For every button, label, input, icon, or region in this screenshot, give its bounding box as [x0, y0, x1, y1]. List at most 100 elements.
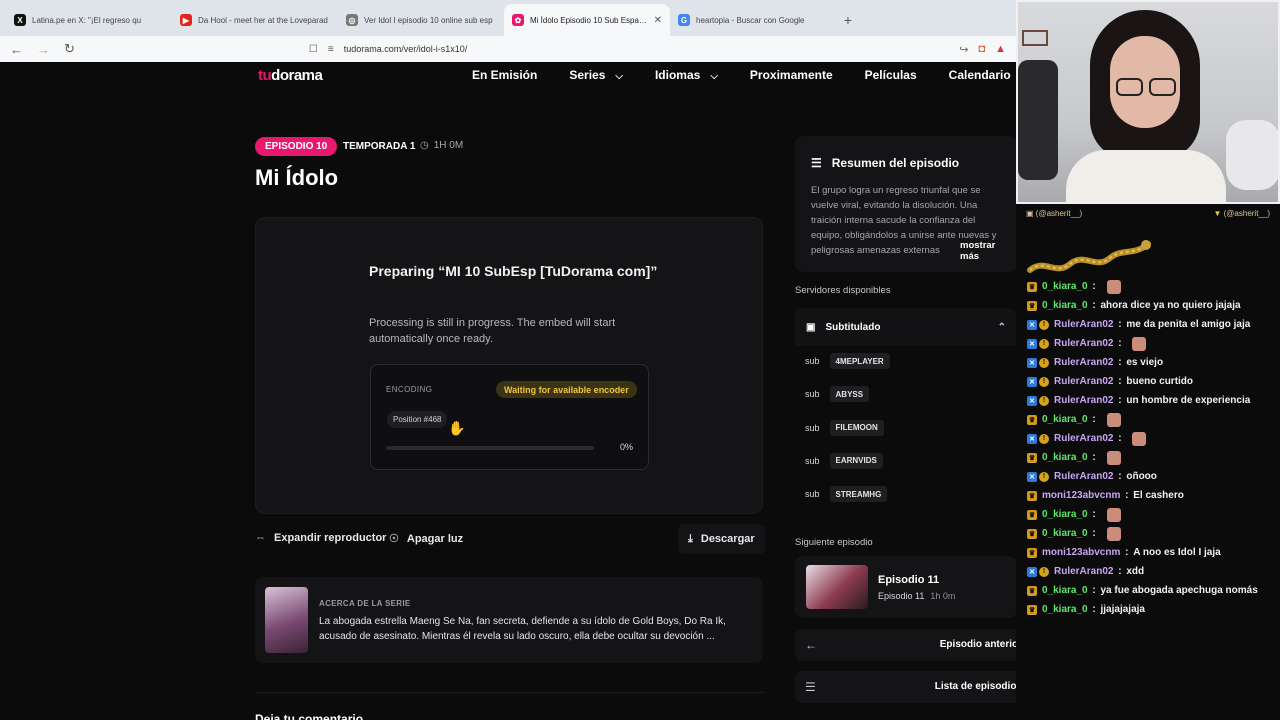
bookmark-icon[interactable]: ☐	[309, 44, 318, 55]
chat-text: ahora dice ya no quiero jajaja	[1100, 300, 1241, 311]
mouse-cursor-icon: ✋	[448, 420, 466, 436]
url-text[interactable]: tudorama.com/ver/idol-i-s1x10/	[344, 44, 468, 54]
menu-proximamente[interactable]: Proximamente	[750, 68, 833, 82]
chat-username[interactable]: 0_kiara_0	[1042, 452, 1088, 463]
subtitled-group-header[interactable]: ▣ Subtitulado ⌃	[795, 308, 1017, 346]
server-option[interactable]: sub STREAMHG	[805, 486, 888, 503]
lights-off-button[interactable]: ☉ Apagar luz	[389, 532, 464, 546]
chat-username[interactable]: moni123abvcnm	[1042, 547, 1120, 558]
server-option[interactable]: sub ABYSS	[805, 386, 870, 403]
verified-badge-icon: !	[1039, 395, 1049, 406]
next-episode-thumbnail	[806, 565, 868, 609]
site-header: tudorama En Emisión Series ⌵ Idiomas ⌵ Pro…	[0, 62, 1016, 102]
chat-username[interactable]: RulerAran02	[1054, 395, 1113, 406]
chat-username[interactable]: RulerAran02	[1054, 566, 1113, 577]
show-more-link[interactable]: mostrar más	[940, 240, 1017, 262]
next-episode-subtitle: Episodio 11 1h 0m	[878, 591, 955, 601]
divider	[255, 692, 763, 693]
chat-username[interactable]: 0_kiara_0	[1042, 604, 1088, 615]
tab-title: Mi Ídolo Episodio 10 Sub Españo	[530, 15, 648, 25]
episode-list-button[interactable]: ☰ Lista de episodios	[795, 671, 1035, 703]
emote-icon	[1106, 526, 1121, 541]
tab-favicon-icon: ✿	[512, 14, 524, 26]
next-episode-label: Siguiente episodio	[795, 537, 873, 548]
server-option[interactable]: sub FILEMOON	[805, 419, 884, 436]
new-tab-button[interactable]: +	[836, 4, 860, 36]
expand-player-button[interactable]: ⇔ Expandir reproductor	[255, 532, 386, 544]
chat-username[interactable]: 0_kiara_0	[1042, 300, 1088, 311]
chat-message: ✕! RulerAran02 : oñooo	[1027, 467, 1279, 486]
forward-icon[interactable]: →	[37, 42, 50, 57]
chat-username[interactable]: RulerAran02	[1054, 338, 1113, 349]
chat-message: ✕! RulerAran02 :	[1027, 334, 1279, 353]
download-button[interactable]: ⤓ Descargar	[678, 524, 765, 554]
chat-text: oñooo	[1126, 471, 1157, 482]
browser-tab[interactable]: Gheartopia - Buscar con Google	[670, 4, 836, 36]
server-name: FILEMOON	[829, 419, 884, 436]
close-tab-icon[interactable]: ✕	[654, 15, 662, 26]
share-icon[interactable]: ↪	[959, 43, 968, 56]
chat-username[interactable]: RulerAran02	[1054, 433, 1113, 444]
logo-main: dorama	[271, 67, 323, 84]
previous-episode-button[interactable]: ← Episodio anterior	[795, 629, 1035, 661]
tab-title: Ver Idol I episodio 10 online sub esp	[364, 15, 493, 25]
expand-label: Expandir reproductor	[274, 532, 387, 544]
chat-username[interactable]: RulerAran02	[1054, 471, 1113, 482]
prime-badge-icon: ✕	[1027, 376, 1037, 387]
menu-idiomas[interactable]: Idiomas ⌵	[655, 68, 718, 82]
chat-message: ♛ 0_kiara_0 : jjajajajaja	[1027, 600, 1279, 619]
chat-username[interactable]: moni123abvcnm	[1042, 490, 1120, 501]
chat-colon: :	[1089, 604, 1099, 615]
brave-rewards-icon[interactable]: ▲	[995, 43, 1006, 56]
chat-username[interactable]: 0_kiara_0	[1042, 585, 1088, 596]
chat-username[interactable]: 0_kiara_0	[1042, 528, 1088, 539]
chat-colon: :	[1115, 471, 1125, 482]
summary-title: Resumen del episodio	[831, 156, 960, 170]
server-option[interactable]: sub 4MEPLAYER	[805, 353, 890, 369]
browser-tab[interactable]: ✿ Mi Ídolo Episodio 10 Sub Españo ✕	[504, 4, 670, 36]
crown-badge-icon: ♛	[1027, 528, 1037, 539]
next-episode-card[interactable]: Episodio 11 Episodio 11 1h 0m	[795, 556, 1017, 618]
server-name: STREAMHG	[829, 486, 888, 503]
crown-badge-icon: ♛	[1027, 604, 1037, 615]
chat-username[interactable]: 0_kiara_0	[1042, 281, 1088, 292]
chat-username[interactable]: 0_kiara_0	[1042, 509, 1088, 520]
twitter-tag: ▼ (@asherit__)	[1213, 209, 1270, 218]
menu-calendario[interactable]: Calendario	[949, 68, 1011, 82]
browser-tab[interactable]: ▶ Da Hool - meet her at the Loveparad	[172, 4, 338, 36]
browser-tab[interactable]: ◎ Ver Idol I episodio 10 online sub esp	[338, 4, 504, 36]
chat-username[interactable]: 0_kiara_0	[1042, 414, 1088, 425]
verified-badge-icon: !	[1039, 376, 1049, 387]
site-logo[interactable]: tudorama	[258, 67, 323, 84]
progress-percent: 0%	[620, 442, 634, 452]
menu-en-emision[interactable]: En Emisión	[472, 68, 537, 82]
server-option[interactable]: sub EARNVIDS	[805, 452, 883, 469]
twitter-handle: @asherit__	[1226, 209, 1268, 218]
download-label: Descargar	[700, 533, 755, 545]
brave-shield-icon[interactable]: ◘	[978, 43, 985, 56]
reload-icon[interactable]: ↻	[64, 41, 75, 57]
screen: X Latina.pe en X: "¡El regreso qu ▶ Da Hool…	[0, 0, 1280, 720]
back-icon[interactable]: ←	[10, 42, 23, 57]
chat-username[interactable]: RulerAran02	[1054, 376, 1113, 387]
browser-tab[interactable]: X Latina.pe en X: "¡El regreso qu	[6, 4, 172, 36]
series-poster[interactable]	[265, 587, 308, 653]
menu-series[interactable]: Series ⌵	[569, 68, 623, 82]
instagram-handle: @asherit__	[1038, 209, 1080, 218]
server-type: sub	[805, 489, 820, 500]
menu-series-label: Series	[569, 68, 606, 82]
url-field[interactable]: ☐ ≡ tudorama.com/ver/idol-i-s1x10/	[89, 39, 945, 59]
crown-badge-icon: ♛	[1027, 509, 1037, 520]
site-info-icon[interactable]: ≡	[328, 44, 334, 55]
lights-label: Apagar luz	[406, 532, 464, 545]
chat-username[interactable]: RulerAran02	[1054, 357, 1113, 368]
chat-username[interactable]: RulerAran02	[1054, 319, 1113, 330]
chat-colon: :	[1115, 357, 1125, 368]
chat-colon: :	[1089, 281, 1099, 292]
chat-colon: :	[1089, 509, 1099, 520]
chat-message: ♛ 0_kiara_0 : ahora dice ya no quiero jaj…	[1027, 296, 1279, 315]
menu-peliculas[interactable]: Películas	[865, 68, 917, 82]
prime-badge-icon: ✕	[1027, 357, 1037, 368]
streamer-tags: ▣ (@asherit__) ▼ (@asherit__)	[1026, 209, 1276, 221]
expand-icon: ⇔	[255, 532, 266, 544]
